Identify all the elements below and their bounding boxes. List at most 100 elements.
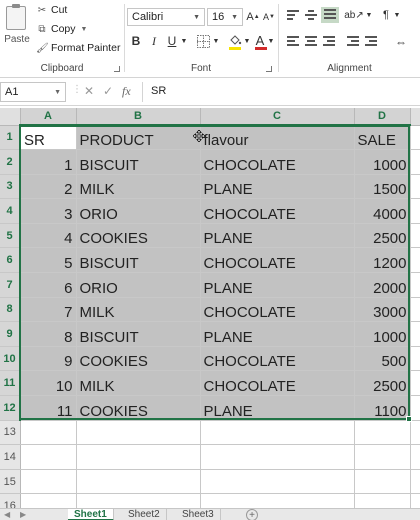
grid-cell[interactable]: ORIO	[76, 272, 201, 298]
grid-cell[interactable]	[410, 321, 420, 347]
grid-cell[interactable]: MILK	[76, 297, 201, 323]
grid-cell[interactable]	[20, 444, 77, 470]
enter-icon[interactable]: ✓	[103, 84, 113, 98]
font-color-icon[interactable]: A	[253, 30, 267, 50]
row-header[interactable]: 10	[0, 346, 21, 372]
grid-cell[interactable]: 1200	[354, 247, 411, 274]
grid-cell[interactable]: CHOCOLATE	[200, 149, 355, 175]
top-align-icon[interactable]	[287, 10, 299, 22]
grid-cell[interactable]: PLANE	[200, 395, 355, 421]
grid-cell[interactable]: COOKIES	[76, 223, 201, 249]
row-header[interactable]: 8	[0, 297, 21, 323]
grid-cell[interactable]	[354, 420, 411, 446]
middle-align-icon[interactable]	[305, 10, 317, 22]
grid-cell[interactable]: SALE	[354, 125, 411, 151]
grid-cell[interactable]	[200, 444, 355, 470]
cut-button[interactable]: ✂ Cut	[36, 2, 68, 18]
grid-cell[interactable]: ORIO	[76, 198, 201, 224]
grid-cell[interactable]: COOKIES	[76, 395, 201, 421]
grid-cell[interactable]: PLANE	[200, 321, 355, 347]
grid-cell[interactable]	[410, 469, 420, 495]
align-right-icon[interactable]	[323, 36, 335, 48]
row-header[interactable]: 13	[0, 420, 21, 446]
grid-cell[interactable]	[410, 174, 420, 200]
row-header[interactable]: 14	[0, 444, 21, 470]
fill-handle[interactable]	[406, 416, 412, 422]
grid-cell[interactable]: CHOCOLATE	[200, 346, 355, 372]
grid-cell[interactable]: 4000	[354, 198, 411, 224]
font-name-select[interactable]: Calibri ▼	[127, 8, 205, 26]
grid-cell[interactable]: BISCUIT	[76, 247, 201, 274]
grid-cell[interactable]	[200, 469, 355, 495]
copy-button[interactable]: ⧉ Copy ▼	[36, 21, 87, 37]
underline-dropdown-icon[interactable]: ▼	[180, 32, 188, 50]
add-sheet-icon[interactable]: +	[246, 509, 258, 520]
sheet-tab-sheet3[interactable]: Sheet3	[176, 509, 221, 520]
grid-cell[interactable]: 3000	[354, 297, 411, 323]
row-header[interactable]: 15	[0, 469, 21, 495]
grid-cell[interactable]: MILK	[76, 174, 201, 200]
grid-cell[interactable]	[410, 198, 420, 224]
merge-center-icon[interactable]: ⇔	[391, 33, 411, 51]
grid-cell[interactable]	[76, 420, 201, 446]
underline-icon[interactable]: U	[165, 32, 179, 50]
grid-cell[interactable]: 2	[20, 174, 77, 200]
column-header-c[interactable]: C	[200, 108, 355, 126]
grid-cell[interactable]	[410, 149, 420, 175]
row-header[interactable]: 3	[0, 174, 21, 200]
grid-cell[interactable]	[410, 247, 420, 274]
column-header-d[interactable]: D	[354, 108, 411, 126]
grid-cell[interactable]	[76, 469, 201, 495]
row-header[interactable]: 11	[0, 370, 21, 397]
decrease-font-size-icon[interactable]: A ▼	[262, 8, 276, 26]
sheet-tab-sheet2[interactable]: Sheet2	[122, 509, 167, 520]
column-header-b[interactable]: B	[76, 108, 201, 126]
format-painter-button[interactable]: 🖌 Format Painter	[36, 40, 120, 56]
grid-cell[interactable]: PRODUCT	[76, 125, 201, 151]
grid-cell[interactable]: SR	[20, 125, 77, 151]
grid-cell[interactable]: CHOCOLATE	[200, 198, 355, 224]
row-header[interactable]: 4	[0, 198, 21, 224]
row-header[interactable]: 2	[0, 149, 21, 175]
fill-color-icon[interactable]	[227, 30, 243, 50]
borders-icon[interactable]	[195, 32, 211, 50]
text-direction-dropdown-icon[interactable]: ▼	[393, 6, 401, 24]
align-left-icon[interactable]	[287, 36, 299, 48]
grid-cell[interactable]: 5	[20, 247, 77, 274]
grid-cell[interactable]: 2500	[354, 223, 411, 249]
grid-cell[interactable]: 10	[20, 370, 77, 397]
row-header[interactable]: 7	[0, 272, 21, 298]
grid-cell[interactable]	[76, 444, 201, 470]
grid-cell[interactable]: 2500	[354, 370, 411, 397]
grid-cell[interactable]	[200, 420, 355, 446]
orientation-icon[interactable]: ab↗	[343, 6, 365, 24]
grid-cell[interactable]	[20, 420, 77, 446]
grid-cell[interactable]	[410, 223, 420, 249]
font-color-dropdown-icon[interactable]: ▼	[267, 32, 275, 50]
grid-cell[interactable]	[410, 370, 420, 397]
grid-cell[interactable]: 1100	[354, 395, 411, 421]
grid-cell[interactable]	[410, 444, 420, 470]
tab-scroll-left-icon[interactable]: ◀	[4, 509, 10, 520]
bold-icon[interactable]: B	[129, 32, 143, 50]
grid-cell[interactable]	[410, 125, 420, 151]
grid-cell[interactable]: PLANE	[200, 174, 355, 200]
grid-cell[interactable]: 7	[20, 297, 77, 323]
grid-cell[interactable]: BISCUIT	[76, 149, 201, 175]
grid-cell[interactable]: 500	[354, 346, 411, 372]
row-header[interactable]: 1	[0, 125, 21, 151]
formula-input[interactable]: SR	[142, 82, 420, 102]
grid-cell[interactable]: COOKIES	[76, 346, 201, 372]
insert-function-icon[interactable]: fx	[122, 84, 131, 99]
grid-cell[interactable]: CHOCOLATE	[200, 247, 355, 274]
row-header[interactable]: 9	[0, 321, 21, 347]
grid-cell[interactable]: CHOCOLATE	[200, 370, 355, 397]
grid-cell[interactable]: MILK	[76, 370, 201, 397]
column-header-a[interactable]: A	[20, 108, 77, 126]
grid-cell[interactable]: 2000	[354, 272, 411, 298]
grid-cell[interactable]: 11	[20, 395, 77, 421]
row-header[interactable]: 12	[0, 395, 21, 421]
borders-dropdown-icon[interactable]: ▼	[212, 32, 220, 50]
grid-cell[interactable]: 4	[20, 223, 77, 249]
orientation-dropdown-icon[interactable]: ▼	[365, 6, 373, 24]
